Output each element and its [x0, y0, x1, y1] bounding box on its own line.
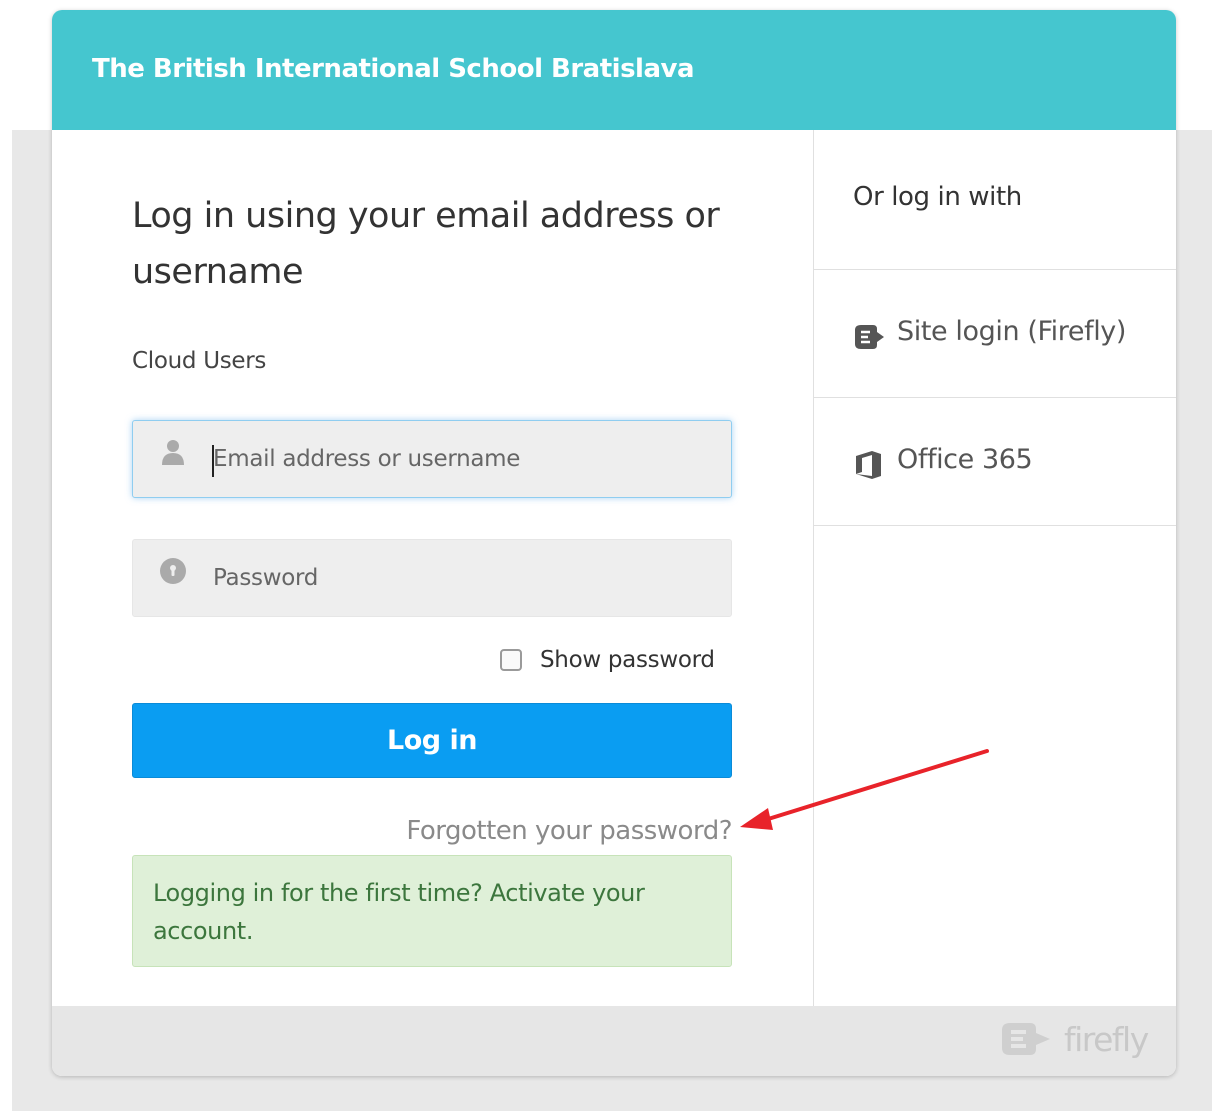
firefly-login-button[interactable]: Site login (Firefly)	[814, 270, 1176, 398]
email-input[interactable]	[213, 421, 713, 497]
office365-icon	[856, 451, 881, 479]
school-name: The British International School Bratisl…	[92, 54, 695, 84]
firefly-icon	[855, 325, 884, 349]
email-field[interactable]	[132, 420, 732, 498]
user-icon	[162, 440, 184, 465]
forgot-password-link[interactable]: Forgotten your password?	[132, 816, 732, 846]
alt-login-panel: Or log in with Site login (Firefly) Offi…	[813, 130, 1176, 1006]
login-button[interactable]: Log in	[132, 703, 732, 778]
alt-login-header: Or log in with	[814, 130, 1176, 270]
show-password-label: Show password	[540, 647, 715, 673]
alt-login-title: Or log in with	[853, 182, 1022, 212]
password-field[interactable]	[132, 539, 732, 617]
firefly-logo-text: firefly	[1064, 1020, 1149, 1059]
password-input[interactable]	[213, 540, 713, 616]
login-heading: Log in using your email address or usern…	[132, 196, 720, 292]
card-header: The British International School Bratisl…	[52, 10, 1176, 130]
firefly-login-label: Site login (Firefly)	[897, 316, 1127, 347]
section-label: Cloud Users	[132, 348, 267, 374]
show-password-checkbox[interactable]	[500, 649, 522, 671]
office365-login-button[interactable]: Office 365	[814, 398, 1176, 526]
card-footer: firefly	[52, 1006, 1176, 1076]
login-panel: Log in using your email address or usern…	[52, 130, 813, 1006]
login-card: The British International School Bratisl…	[52, 10, 1176, 1076]
firefly-logo-icon	[1002, 1023, 1050, 1055]
lock-icon	[160, 558, 186, 584]
office365-login-label: Office 365	[897, 444, 1033, 475]
firefly-logo: firefly	[998, 1016, 1149, 1062]
first-time-notice[interactable]: Logging in for the first time? Activate …	[132, 855, 732, 967]
